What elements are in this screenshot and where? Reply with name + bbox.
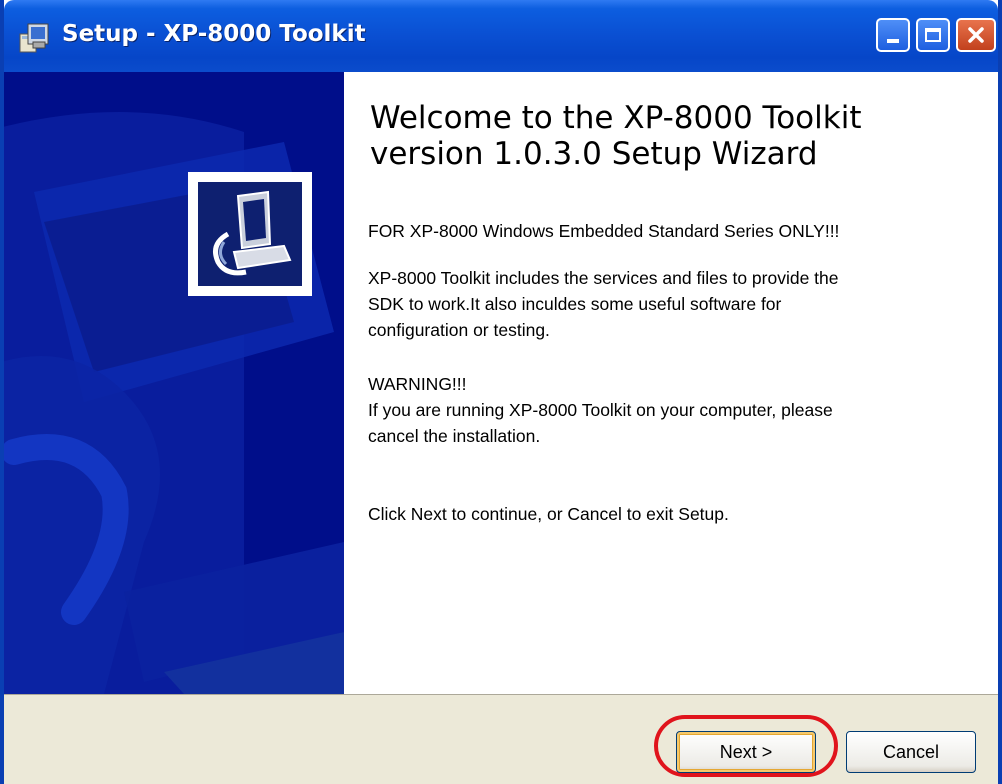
close-button[interactable]: [956, 18, 996, 52]
maximize-button[interactable]: [916, 18, 950, 52]
title-bar[interactable]: Setup - XP-8000 Toolkit: [4, 0, 998, 72]
wizard-content: Welcome to the XP-8000 Toolkit version 1…: [344, 72, 998, 694]
computer-install-icon: [198, 182, 302, 286]
next-button[interactable]: Next >: [676, 731, 816, 773]
minimize-button[interactable]: [876, 18, 910, 52]
description-text: XP-8000 Toolkit includes the services an…: [368, 268, 839, 340]
banner-background-art: [4, 72, 344, 694]
setup-wizard-window: Setup - XP-8000 Toolkit Welcome to the X…: [0, 0, 1002, 784]
instruction-text: Click Next to continue, or Cancel to exi…: [368, 504, 729, 524]
setup-installer-icon: [19, 23, 49, 53]
warning-text: WARNING!!! If you are running XP-8000 To…: [368, 374, 833, 446]
window-title: Setup - XP-8000 Toolkit: [62, 21, 366, 47]
series-notice-text: FOR XP-8000 Windows Embedded Standard Se…: [368, 221, 840, 241]
wizard-button-bar: Next > Cancel: [4, 694, 998, 784]
minimize-icon: [887, 39, 899, 43]
close-icon: [968, 27, 984, 43]
wizard-side-banner: [4, 72, 344, 694]
wizard-logo: [188, 172, 312, 296]
welcome-heading: Welcome to the XP-8000 Toolkit version 1…: [370, 100, 862, 172]
cancel-button[interactable]: Cancel: [846, 731, 976, 773]
maximize-icon: [925, 28, 941, 42]
